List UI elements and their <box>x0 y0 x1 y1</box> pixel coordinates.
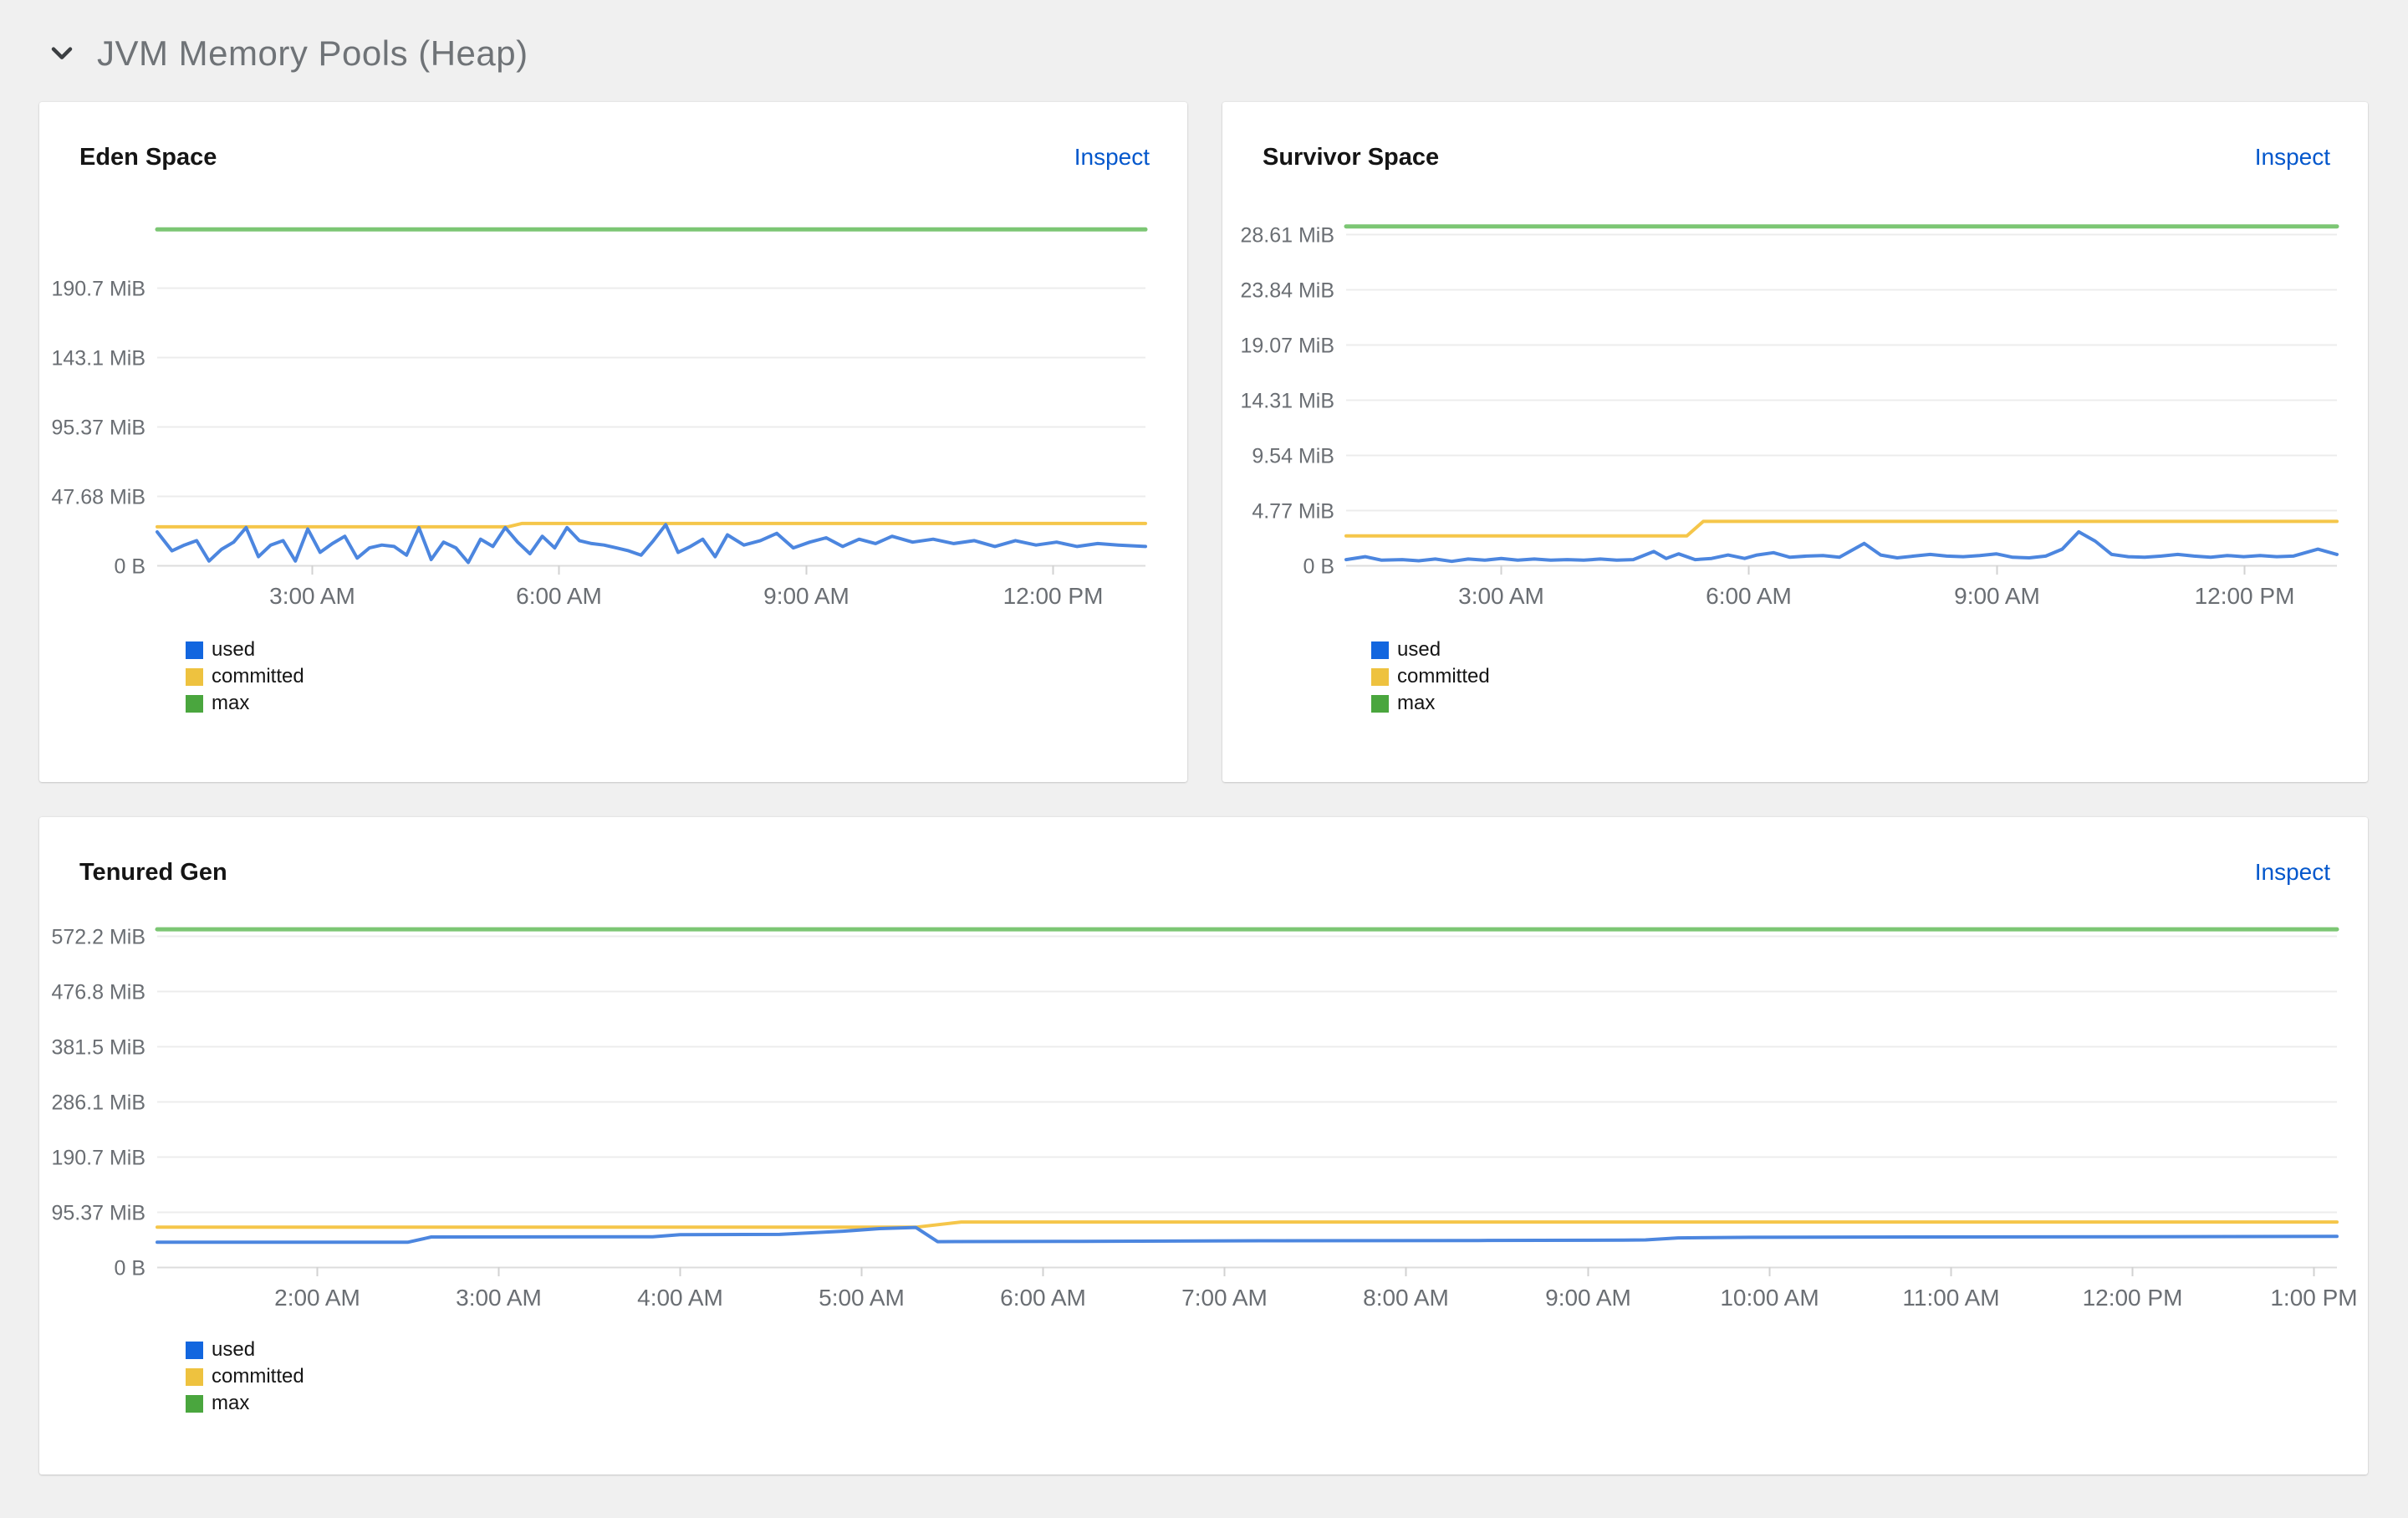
legend-item-committed: committed <box>1371 665 1490 687</box>
legend-item-used: used <box>1371 638 1490 661</box>
legend-label: used <box>212 638 256 661</box>
y-tick-label: 23.84 MiB <box>1240 279 1334 303</box>
y-tick-label: 381.5 MiB <box>51 1036 145 1060</box>
x-tick-label: 6:00 AM <box>1706 583 1792 609</box>
chart-legend: used committed max <box>1371 638 1490 721</box>
y-tick-label: 190.7 MiB <box>51 278 145 301</box>
y-tick-label: 286.1 MiB <box>51 1091 145 1115</box>
used-series-line <box>156 523 1147 565</box>
legend-item-used: used <box>186 1338 304 1361</box>
panel-eden-space: Eden Space Inspect 190.7 MiB 143.1 MiB 95.… <box>39 102 1187 782</box>
x-tick-label: 12:00 PM <box>2083 1285 2183 1311</box>
x-tick-label: 9:00 AM <box>763 583 849 609</box>
legend-item-max: max <box>186 1392 304 1414</box>
committed-swatch <box>186 1367 203 1386</box>
max-swatch <box>186 1394 203 1413</box>
legend-label: used <box>1397 638 1441 661</box>
y-tick-label: 95.37 MiB <box>51 417 145 440</box>
y-tick-label: 28.61 MiB <box>1240 224 1334 248</box>
x-tick-label: 5:00 AM <box>819 1285 905 1311</box>
x-tick-label: 2:00 AM <box>274 1285 360 1311</box>
x-tick-label: 6:00 AM <box>516 583 602 609</box>
y-tick-label: 0 B <box>1303 555 1334 579</box>
max-swatch <box>186 694 203 713</box>
y-tick-label: 14.31 MiB <box>1240 390 1334 413</box>
legend-item-committed: committed <box>186 1365 304 1388</box>
panel-tenured-gen: Tenured Gen Inspect 572.2 MiB 476.8 MiB 38… <box>39 817 2368 1475</box>
legend-label: max <box>1397 692 1436 714</box>
y-tick-label: 95.37 MiB <box>51 1202 145 1225</box>
inspect-link[interactable]: Inspect <box>1074 144 1150 171</box>
legend-label: committed <box>212 665 304 687</box>
y-tick-label: 19.07 MiB <box>1240 335 1334 358</box>
panel-survivor-space: Survivor Space Inspect 28.61 MiB 23.84 Mi… <box>1222 102 2368 782</box>
x-tick-label: 12:00 PM <box>2195 583 2295 609</box>
y-tick-label: 190.7 MiB <box>51 1147 145 1170</box>
committed-swatch <box>186 667 203 686</box>
legend-item-max: max <box>1371 692 1490 714</box>
panel-title: Eden Space <box>79 144 217 171</box>
x-tick-label: 3:00 AM <box>456 1285 542 1311</box>
y-tick-label: 47.68 MiB <box>51 486 145 509</box>
used-swatch <box>1371 641 1389 659</box>
x-tick-label: 4:00 AM <box>637 1285 723 1311</box>
x-tick-label: 9:00 AM <box>1545 1285 1631 1311</box>
committed-series-line <box>156 1220 2339 1229</box>
x-tick-label: 11:00 AM <box>1902 1285 1999 1311</box>
x-tick-label: 3:00 AM <box>269 583 355 609</box>
inspect-link[interactable]: Inspect <box>2255 144 2330 171</box>
legend-item-max: max <box>186 692 304 714</box>
legend-label: committed <box>212 1365 304 1388</box>
section-header-jvm-memory-pools[interactable]: JVM Memory Pools (Heap) <box>48 33 528 74</box>
x-tick-label: 9:00 AM <box>1954 583 2040 609</box>
y-tick-label: 0 B <box>114 1257 145 1280</box>
x-tick-label: 10:00 AM <box>1720 1285 1819 1311</box>
section-title: JVM Memory Pools (Heap) <box>97 33 528 73</box>
used-swatch <box>186 1341 203 1359</box>
x-tick-label: 12:00 PM <box>1003 583 1104 609</box>
x-tick-label: 6:00 AM <box>1000 1285 1086 1311</box>
tenured-gen-chart: 572.2 MiB 476.8 MiB 381.5 MiB 286.1 MiB 190.… <box>51 926 2357 1311</box>
y-tick-label: 572.2 MiB <box>51 926 145 949</box>
x-tick-label: 3:00 AM <box>1458 583 1544 609</box>
panel-title: Survivor Space <box>1263 144 1440 171</box>
x-tick-label: 1:00 PM <box>2270 1285 2357 1311</box>
inspect-link[interactable]: Inspect <box>2255 859 2330 886</box>
legend-label: max <box>212 692 250 714</box>
y-tick-label: 143.1 MiB <box>51 347 145 371</box>
committed-series-line <box>156 521 1147 529</box>
max-swatch <box>1371 694 1389 713</box>
y-tick-label: 4.77 MiB <box>1252 500 1334 524</box>
legend-item-used: used <box>186 638 304 661</box>
legend-label: committed <box>1397 665 1490 687</box>
legend-item-committed: committed <box>186 665 304 687</box>
legend-label: used <box>212 1338 256 1361</box>
chevron-down-icon[interactable] <box>48 40 75 67</box>
used-swatch <box>186 641 203 659</box>
y-tick-label: 476.8 MiB <box>51 981 145 1004</box>
committed-series-line <box>1344 519 2339 538</box>
chart-legend: used committed max <box>186 638 304 721</box>
used-series-line <box>156 1225 2339 1245</box>
y-tick-label: 0 B <box>114 555 145 579</box>
panel-title: Tenured Gen <box>79 859 227 886</box>
legend-label: max <box>212 1392 250 1414</box>
y-tick-label: 9.54 MiB <box>1252 445 1334 468</box>
x-tick-label: 8:00 AM <box>1363 1285 1449 1311</box>
committed-swatch <box>1371 667 1389 686</box>
x-tick-label: 7:00 AM <box>1181 1285 1268 1311</box>
chart-legend: used committed max <box>186 1338 304 1421</box>
